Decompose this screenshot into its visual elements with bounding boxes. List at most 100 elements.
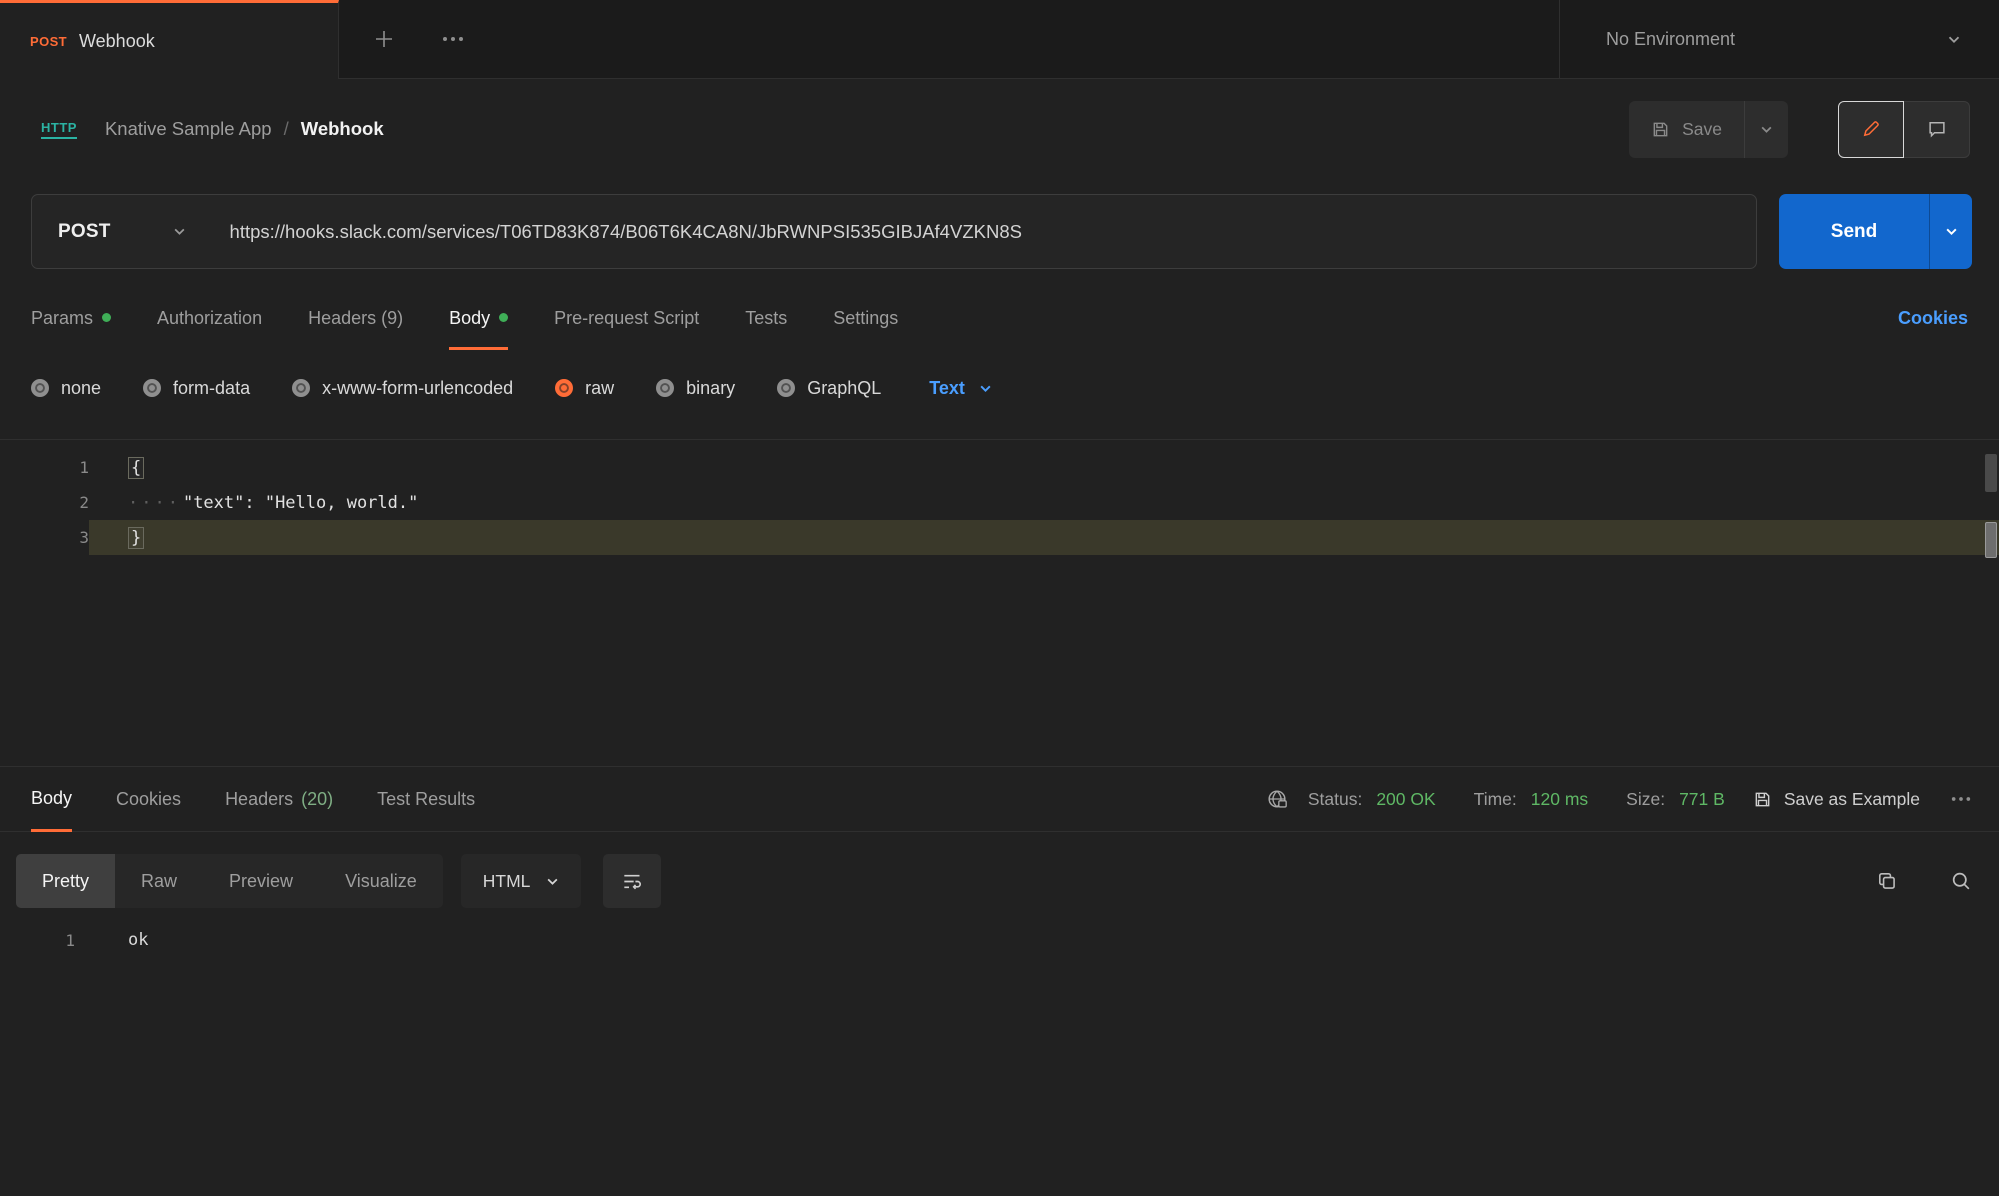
radio-icon [656, 379, 674, 397]
save-as-example-button[interactable]: Save as Example [1753, 789, 1920, 810]
tab-label: Body [449, 308, 490, 329]
response-meta: Status: 200 OK Time: 120 ms Size: 771 B … [1266, 788, 1972, 810]
whitespace-dots: ···· [128, 493, 181, 513]
body-type-graphql[interactable]: GraphQL [777, 378, 881, 399]
body-type-label: GraphQL [807, 378, 881, 399]
line-number: 1 [0, 458, 89, 477]
view-pretty[interactable]: Pretty [16, 854, 115, 908]
response-tab-test-results[interactable]: Test Results [377, 767, 475, 831]
body-type-binary[interactable]: binary [656, 378, 735, 399]
radio-selected-icon [555, 379, 573, 397]
tab-label: Settings [833, 308, 898, 329]
save-label: Save [1682, 119, 1722, 140]
response-body: 1 ok [0, 922, 1999, 958]
tab-label: Body [31, 788, 72, 809]
response-view-switcher: Pretty Raw Preview Visualize [16, 854, 443, 908]
green-dot [499, 313, 508, 322]
response-tab-headers[interactable]: Headers (20) [225, 767, 333, 831]
response-options-button[interactable] [1950, 795, 1972, 803]
view-visualize[interactable]: Visualize [319, 854, 443, 908]
new-tab-button[interactable] [371, 26, 397, 52]
status-value: 200 OK [1376, 789, 1435, 810]
cookies-link[interactable]: Cookies [1898, 308, 1968, 329]
editor-line: 2 ···· "text": "Hello, world." [0, 485, 1999, 520]
tab-params[interactable]: Params [31, 287, 111, 350]
save-icon [1753, 790, 1772, 809]
view-preview[interactable]: Preview [203, 854, 319, 908]
wrap-lines-button[interactable] [603, 854, 661, 908]
breadcrumb-request-name[interactable]: Webhook [301, 118, 384, 140]
code-text: "text": "Hello, world." [183, 493, 418, 513]
save-button[interactable]: Save [1629, 101, 1744, 158]
response-tab-cookies[interactable]: Cookies [116, 767, 181, 831]
body-type-urlencoded[interactable]: x-www-form-urlencoded [292, 378, 513, 399]
search-response-button[interactable] [1950, 870, 1972, 892]
radio-icon [31, 379, 49, 397]
body-type-label: none [61, 378, 101, 399]
headers-count: (20) [301, 789, 333, 810]
breadcrumb-separator: / [284, 118, 289, 140]
environment-label: No Environment [1606, 29, 1947, 50]
save-button-group: Save [1629, 101, 1788, 158]
url-row: POST https://hooks.slack.com/services/T0… [31, 194, 1972, 269]
tab-authorization[interactable]: Authorization [157, 287, 262, 350]
response-toolbar: Pretty Raw Preview Visualize HTML [16, 854, 1972, 908]
tab-label: Cookies [116, 789, 181, 810]
line-number: 1 [0, 931, 75, 950]
tabbar-spacer [465, 0, 1559, 78]
line-number: 2 [0, 493, 89, 512]
editor-scrollbar-thumb[interactable] [1985, 454, 1997, 492]
comment-button[interactable] [1904, 101, 1970, 158]
tab-headers[interactable]: Headers (9) [308, 287, 403, 350]
tab-body[interactable]: Body [449, 287, 508, 350]
body-type-raw[interactable]: raw [555, 378, 614, 399]
radio-icon [143, 379, 161, 397]
edit-request-button[interactable] [1838, 101, 1904, 158]
tab-settings[interactable]: Settings [833, 287, 898, 350]
url-input[interactable]: https://hooks.slack.com/services/T06TD83… [216, 221, 1756, 243]
body-type-none[interactable]: none [31, 378, 101, 399]
editor-line-current: 3 } [0, 520, 1999, 555]
copy-icon [1876, 870, 1898, 892]
editor-scrollbar-mark[interactable] [1985, 522, 1997, 558]
tab-label: Params [31, 308, 93, 329]
response-format-selector[interactable]: HTML [461, 854, 582, 908]
request-body-editor[interactable]: 1 { 2 ···· "text": "Hello, world." 3 } [0, 439, 1999, 766]
save-as-example-label: Save as Example [1784, 789, 1920, 810]
comment-icon [1927, 119, 1947, 139]
send-button[interactable]: Send [1779, 194, 1929, 269]
body-type-form-data[interactable]: form-data [143, 378, 250, 399]
language-label: Text [929, 378, 965, 399]
tab-label: Headers [225, 789, 293, 810]
raw-language-selector[interactable]: Text [929, 378, 992, 399]
network-globe-icon [1266, 788, 1288, 810]
chevron-down-icon [1945, 227, 1958, 236]
header-icon-buttons [1838, 101, 1970, 158]
tab-label: Test Results [377, 789, 475, 810]
search-icon [1950, 870, 1972, 892]
size-label: Size: [1626, 789, 1665, 810]
plus-icon [371, 26, 397, 52]
radio-icon [777, 379, 795, 397]
more-options-icon [1950, 795, 1972, 803]
pencil-icon [1861, 119, 1881, 139]
tab-tests[interactable]: Tests [745, 287, 787, 350]
environment-selector[interactable]: No Environment [1559, 0, 1999, 78]
tab-options-button[interactable] [441, 35, 465, 43]
request-header: HTTP Knative Sample App / Webhook Save [0, 79, 1999, 179]
request-tab-webhook[interactable]: POST Webhook [0, 0, 339, 79]
tab-label: Authorization [157, 308, 262, 329]
http-protocol-badge: HTTP [41, 120, 77, 139]
save-options-button[interactable] [1744, 101, 1788, 158]
breadcrumb-collection[interactable]: Knative Sample App [105, 118, 272, 140]
tab-pre-request-script[interactable]: Pre-request Script [554, 287, 699, 350]
chevron-down-icon [173, 227, 186, 236]
response-tab-body[interactable]: Body [31, 768, 72, 832]
method-selector[interactable]: POST [32, 221, 216, 243]
copy-response-button[interactable] [1876, 870, 1898, 892]
format-label: HTML [483, 871, 531, 892]
line-number: 3 [0, 528, 89, 547]
view-raw[interactable]: Raw [115, 854, 203, 908]
method-label: POST [58, 221, 111, 243]
send-options-button[interactable] [1929, 194, 1972, 269]
